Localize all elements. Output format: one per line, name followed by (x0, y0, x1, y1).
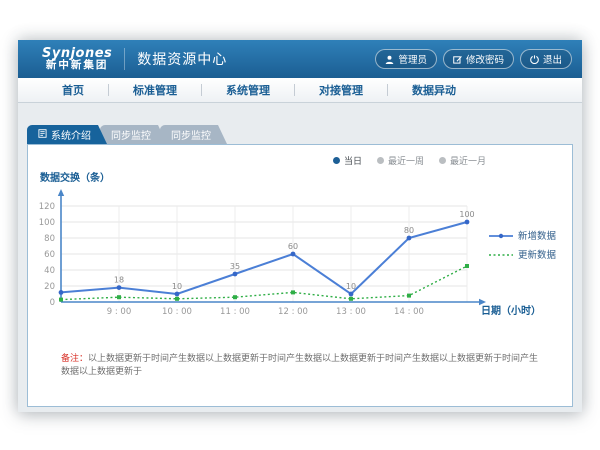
radio-today[interactable]: 当日 (333, 154, 362, 167)
svg-text:60: 60 (288, 242, 298, 251)
change-password-button[interactable]: 修改密码 (443, 49, 514, 69)
svg-text:日期（小时）: 日期（小时） (481, 304, 541, 317)
power-icon (530, 55, 539, 64)
tab-sync-monitor-1[interactable]: 同步监控 (100, 125, 167, 144)
svg-text:18: 18 (114, 276, 124, 285)
change-password-button-label: 修改密码 (466, 52, 504, 66)
header: Synjones 新中新集团 数据资源中心 管理员 修改密码 (18, 40, 582, 78)
company-logo: Synjones 新中新集团 (42, 47, 112, 72)
svg-text:100: 100 (459, 210, 474, 219)
footnote-prefix: 备注： (61, 354, 88, 364)
user-button[interactable]: 管理员 (375, 49, 437, 69)
tab-label: 同步监控 (111, 127, 151, 142)
svg-text:100: 100 (39, 218, 55, 228)
logo-text-cn: 新中新集团 (42, 60, 112, 71)
svg-text:120: 120 (39, 202, 55, 212)
nav-item-home[interactable]: 首页 (38, 82, 108, 98)
radio-label: 最近一周 (388, 154, 424, 167)
logout-button-label: 退出 (543, 52, 562, 66)
radio-label: 最近一月 (450, 154, 486, 167)
chart-panel: 当日 最近一周 最近一月 数据交换（条） 0 20 40 60 80 100 120 9 : … (27, 144, 573, 407)
footnote: 备注：以上数据更新于时间产生数据以上数据更新于时间产生数据以上数据更新于时间产生… (28, 353, 572, 378)
svg-text:更新数据: 更新数据 (518, 249, 557, 261)
radio-last-month[interactable]: 最近一月 (439, 154, 486, 167)
svg-text:10: 10 (172, 282, 182, 291)
radio-last-week[interactable]: 最近一周 (377, 154, 424, 167)
nav-item-system-mgmt[interactable]: 系统管理 (202, 82, 294, 98)
tab-label: 系统介绍 (51, 127, 91, 142)
footnote-text: 以上数据更新于时间产生数据以上数据更新于时间产生数据以上数据更新于时间产生数据以… (61, 354, 538, 377)
svg-text:11 : 00: 11 : 00 (220, 307, 250, 317)
content-area: 系统介绍 同步监控 同步监控 当日 最近一周 (18, 103, 582, 412)
svg-text:0: 0 (50, 298, 55, 308)
svg-text:40: 40 (44, 266, 55, 276)
svg-text:60: 60 (44, 250, 55, 260)
line-chart: 0 20 40 60 80 100 120 9 : 00 10 : 00 11 : 00 12 : … (34, 183, 574, 335)
user-toolbar: 管理员 修改密码 退出 (375, 49, 572, 69)
main-nav: 首页 标准管理 系统管理 对接管理 数据异动 (18, 78, 582, 103)
header-divider (124, 48, 125, 70)
logout-button[interactable]: 退出 (520, 49, 572, 69)
page-title: 数据资源中心 (137, 49, 227, 69)
document-icon (38, 129, 47, 141)
svg-text:10: 10 (346, 282, 356, 291)
tab-system-intro[interactable]: 系统介绍 (27, 125, 107, 144)
svg-text:12 : 00: 12 : 00 (278, 307, 308, 317)
radio-dot-icon (377, 157, 384, 164)
svg-text:20: 20 (44, 282, 55, 292)
radio-label: 当日 (344, 154, 362, 167)
nav-item-interface-mgmt[interactable]: 对接管理 (295, 82, 387, 98)
edit-icon (453, 55, 462, 64)
svg-text:80: 80 (404, 226, 414, 235)
svg-text:80: 80 (44, 234, 55, 244)
time-range-filter: 当日 最近一周 最近一月 (333, 154, 486, 167)
svg-text:14 : 00: 14 : 00 (394, 307, 424, 317)
svg-text:35: 35 (230, 262, 240, 271)
user-button-label: 管理员 (398, 52, 427, 66)
svg-text:9 : 00: 9 : 00 (107, 307, 132, 317)
y-axis-title: 数据交换（条） (40, 169, 110, 184)
tab-label: 同步监控 (171, 127, 211, 142)
user-icon (385, 55, 394, 64)
svg-text:10 : 00: 10 : 00 (162, 307, 192, 317)
nav-item-standard-mgmt[interactable]: 标准管理 (109, 82, 201, 98)
tab-bar: 系统介绍 同步监控 同步监控 (27, 125, 220, 144)
tab-sync-monitor-2[interactable]: 同步监控 (160, 125, 227, 144)
app-window: Synjones 新中新集团 数据资源中心 管理员 修改密码 (18, 40, 582, 412)
radio-dot-icon (333, 157, 340, 164)
svg-text:新增数据: 新增数据 (518, 230, 557, 242)
svg-text:13 : 00: 13 : 00 (336, 307, 366, 317)
radio-dot-icon (439, 157, 446, 164)
nav-item-data-change[interactable]: 数据异动 (388, 82, 480, 98)
